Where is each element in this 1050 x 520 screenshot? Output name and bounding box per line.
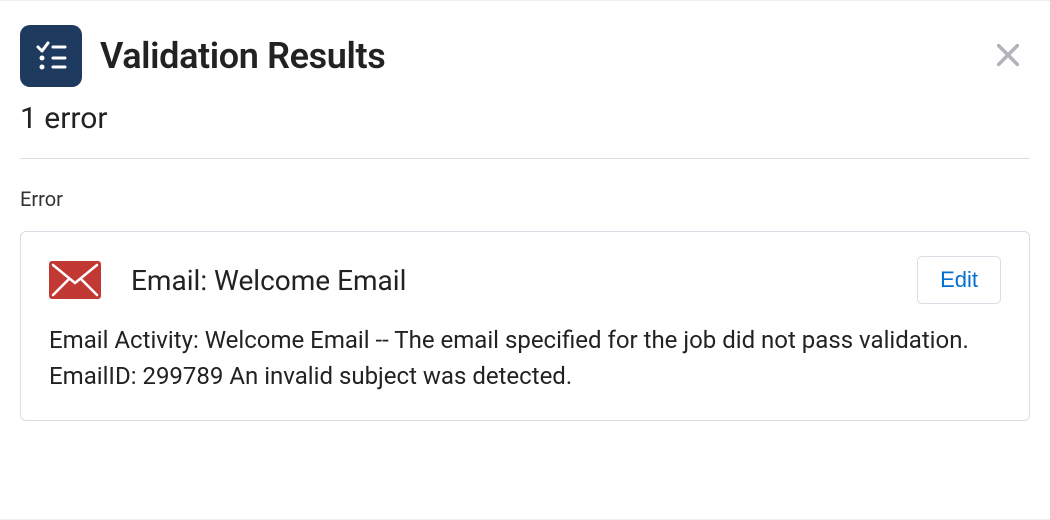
header-left: Validation Results bbox=[20, 25, 385, 87]
page-title: Validation Results bbox=[100, 35, 385, 77]
edit-button[interactable]: Edit bbox=[917, 256, 1001, 304]
divider bbox=[20, 158, 1030, 159]
error-card: Email: Welcome Email Edit Email Activity… bbox=[20, 231, 1030, 421]
error-card-header-left: Email: Welcome Email bbox=[49, 261, 406, 299]
section-label: Error bbox=[20, 187, 1030, 211]
error-count: 1 error bbox=[20, 101, 1030, 136]
close-icon bbox=[994, 41, 1022, 72]
close-button[interactable] bbox=[986, 33, 1030, 80]
error-card-header: Email: Welcome Email Edit bbox=[49, 256, 1001, 304]
validation-list-icon bbox=[20, 25, 82, 87]
email-icon bbox=[49, 261, 101, 299]
error-message: Email Activity: Welcome Email -- The ema… bbox=[49, 322, 1001, 394]
modal-header: Validation Results bbox=[20, 25, 1030, 87]
error-title: Email: Welcome Email bbox=[131, 264, 406, 297]
